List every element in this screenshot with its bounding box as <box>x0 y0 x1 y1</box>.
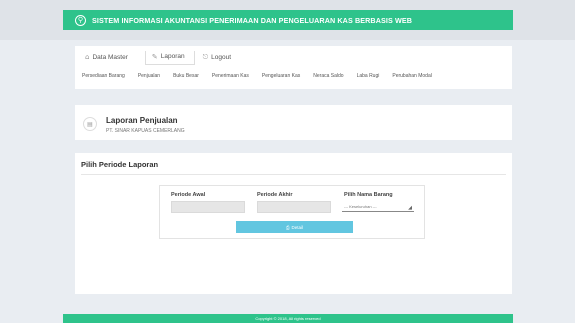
subnav-pengeluaran-kas[interactable]: Pengeluaran Kas <box>262 73 300 79</box>
periode-awal-label: Periode Awal <box>171 192 206 198</box>
footer: Copyright © 2018, All rights reserved <box>63 314 513 323</box>
tab-logout[interactable]: ⎋ Logout <box>203 51 240 65</box>
report-icon: ✎ <box>151 52 158 61</box>
app-title: SISTEM INFORMASI AKUNTANSI PENERIMAAN DA… <box>92 15 413 25</box>
period-form: Periode Awal Periode Akhir Pilih Nama Ba… <box>159 185 425 239</box>
nama-barang-select[interactable]: --- Keseluruhan --- ◢ <box>342 202 414 212</box>
subnav-persediaan-barang[interactable]: Persediaan Barang <box>82 73 125 79</box>
detail-button-label: Detail <box>291 224 304 230</box>
subnav-penerimaan-kas[interactable]: Penerimaan Kas <box>212 73 249 79</box>
tab-label: Laporan <box>160 53 185 60</box>
tab-label: Logout <box>211 53 232 61</box>
nama-barang-label: Pilih Nama Barang <box>344 192 393 198</box>
app-header: ⚲ SISTEM INFORMASI AKUNTANSI PENERIMAAN … <box>63 10 513 30</box>
period-form-card: Pilih Periode Laporan Periode Awal Perio… <box>75 153 512 294</box>
home-icon: ⌂ <box>85 53 90 61</box>
subnav-neraca-saldo[interactable]: Neraca Saldo <box>313 73 343 79</box>
logout-icon: ⎋ <box>202 52 209 61</box>
main-tabs: ⌂ Data Master ✎ Laporan ⎋ Logout <box>85 51 248 65</box>
periode-akhir-label: Periode Akhir <box>257 192 293 198</box>
tab-label: Data Master <box>92 53 128 61</box>
print-icon: ⎙ <box>285 224 290 230</box>
copyright-text: Copyright © 2018, All rights reserved <box>255 316 321 321</box>
navigation-card: ⌂ Data Master ✎ Laporan ⎋ Logout Persedi… <box>75 46 512 89</box>
subnav-laba-rugi[interactable]: Laba Rugi <box>357 73 380 79</box>
nama-barang-selected: --- Keseluruhan --- <box>344 204 377 209</box>
tab-laporan[interactable]: ✎ Laporan <box>144 51 195 65</box>
subnav-perubahan-modal[interactable]: Perubahan Modal <box>392 73 431 79</box>
detail-button[interactable]: ⎙ Detail <box>236 221 353 233</box>
document-icon: ▤ <box>83 117 97 131</box>
report-subnav: Persediaan Barang Penjualan Buku Besar P… <box>82 73 445 79</box>
chevron-down-icon: ◢ <box>408 205 412 211</box>
page-title: Laporan Penjualan <box>106 116 178 125</box>
periode-akhir-input[interactable] <box>257 201 331 213</box>
subnav-penjualan[interactable]: Penjualan <box>138 73 160 79</box>
report-header-card: ▤ Laporan Penjualan PT. SINAR KAPUAS CEM… <box>75 105 512 140</box>
form-title: Pilih Periode Laporan <box>81 160 159 169</box>
divider <box>81 174 506 175</box>
app-logo-icon: ⚲ <box>75 14 86 26</box>
periode-awal-input[interactable] <box>171 201 245 213</box>
subnav-buku-besar[interactable]: Buku Besar <box>173 73 199 79</box>
tab-data-master[interactable]: ⌂ Data Master <box>85 51 137 65</box>
company-name: PT. SINAR KAPUAS CEMERLANG <box>106 128 185 134</box>
